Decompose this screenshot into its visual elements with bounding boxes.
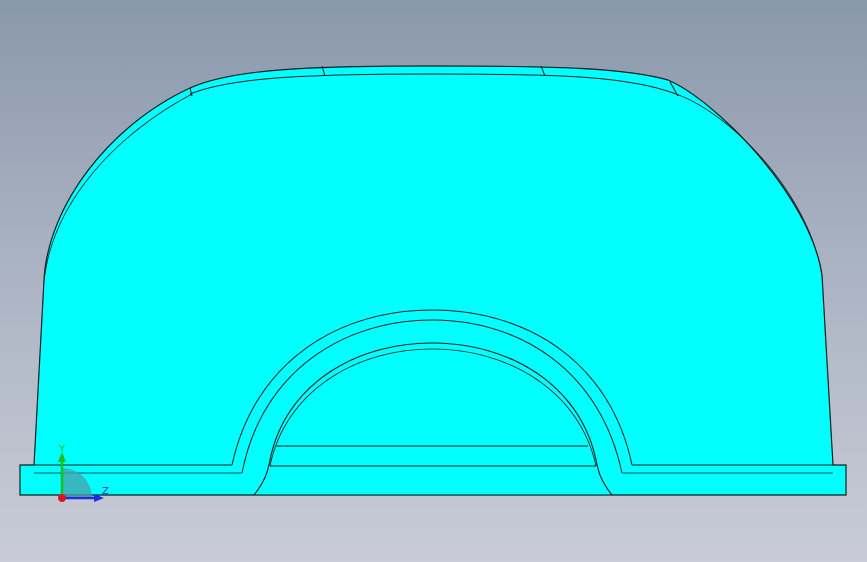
part-model[interactable] bbox=[19, 65, 847, 496]
triad-z-label: Z bbox=[102, 486, 109, 497]
triad-y-label: Y bbox=[58, 444, 66, 455]
triad-origin bbox=[58, 494, 66, 502]
graphics-viewport[interactable]: Y Z bbox=[0, 0, 867, 562]
